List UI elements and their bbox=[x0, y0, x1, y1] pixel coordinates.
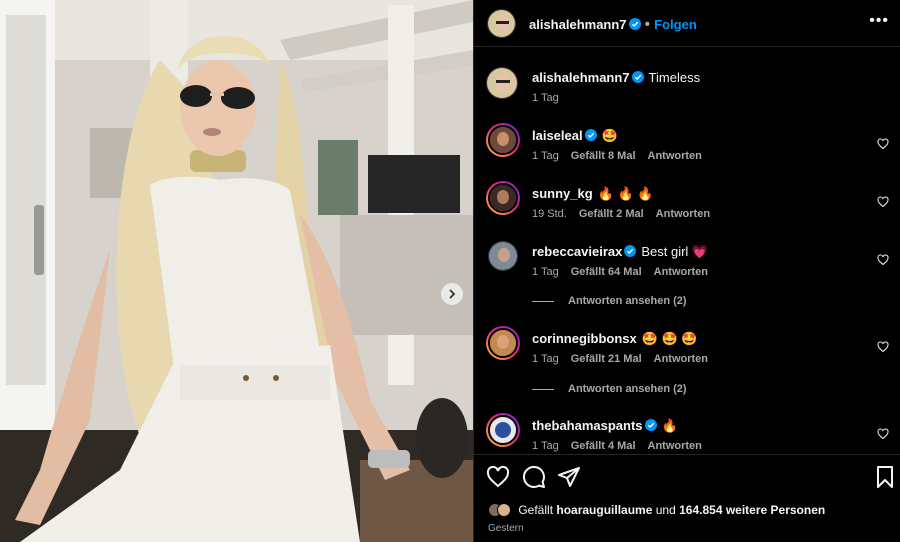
commenter-avatar[interactable] bbox=[486, 181, 520, 215]
liker-username[interactable]: hoarauguillaume bbox=[556, 503, 652, 517]
post-image bbox=[0, 0, 473, 542]
like-comment-heart-icon[interactable] bbox=[877, 196, 889, 208]
author-avatar[interactable] bbox=[486, 67, 518, 99]
reply-button[interactable]: Antworten bbox=[656, 208, 710, 220]
header-author: alishalehmann7 • Folgen bbox=[529, 16, 697, 33]
comment-time: 1 Tag bbox=[532, 353, 559, 365]
comment-time: 19 Std. bbox=[532, 208, 567, 220]
chevron-right-icon bbox=[449, 289, 456, 299]
verified-icon bbox=[628, 18, 641, 30]
like-comment-heart-icon[interactable] bbox=[877, 428, 889, 440]
reply-button[interactable]: Antworten bbox=[648, 150, 702, 162]
post-actions: Gefällt hoarauguillaume und 164.854 weit… bbox=[474, 454, 900, 542]
commenter-avatar[interactable] bbox=[486, 123, 520, 157]
commenter-avatar[interactable] bbox=[488, 241, 518, 271]
comment-likes[interactable]: Gefällt 8 Mal bbox=[571, 150, 636, 162]
caption-username[interactable]: alishalehmann7 bbox=[532, 70, 630, 85]
heart-icon[interactable] bbox=[486, 465, 510, 489]
likes-count[interactable]: 164.854 weitere Personen bbox=[679, 503, 825, 517]
post-panel: alishalehmann7 • Folgen ••• alishalehmann7… bbox=[473, 0, 900, 542]
comment-text: 🔥 🔥 🔥 bbox=[597, 186, 654, 201]
bookmark-icon[interactable] bbox=[873, 465, 897, 489]
reply-button[interactable]: Antworten bbox=[654, 353, 708, 365]
next-image-button[interactable] bbox=[441, 283, 463, 305]
like-comment-heart-icon[interactable] bbox=[877, 138, 889, 150]
more-icon[interactable]: ••• bbox=[869, 12, 889, 30]
comment-username[interactable]: laiseleal bbox=[532, 128, 583, 143]
verified-icon bbox=[624, 245, 637, 257]
likes-summary[interactable]: Gefällt hoarauguillaume und 164.854 weit… bbox=[488, 503, 825, 517]
follow-button[interactable]: Folgen bbox=[654, 17, 697, 32]
comment-likes[interactable]: Gefällt 4 Mal bbox=[571, 440, 636, 452]
comment-username[interactable]: thebahamaspants bbox=[532, 418, 643, 433]
comment-likes[interactable]: Gefällt 64 Mal bbox=[571, 266, 642, 278]
comment-likes[interactable]: Gefällt 21 Mal bbox=[571, 353, 642, 365]
verified-icon bbox=[644, 419, 657, 431]
comment-likes[interactable]: Gefällt 2 Mal bbox=[579, 208, 644, 220]
comment-time: 1 Tag bbox=[532, 440, 559, 452]
comment-username[interactable]: corinnegibbonsx bbox=[532, 331, 637, 346]
comment-text: 🤩 bbox=[601, 128, 618, 143]
comment-text: 🤩 🤩 🤩 bbox=[641, 331, 698, 346]
like-comment-heart-icon[interactable] bbox=[877, 254, 889, 266]
comment-icon[interactable] bbox=[522, 465, 546, 489]
like-comment-heart-icon[interactable] bbox=[877, 341, 889, 353]
comment-time: 1 Tag bbox=[532, 150, 559, 162]
share-icon[interactable] bbox=[557, 465, 581, 489]
reply-button[interactable]: Antworten bbox=[654, 266, 708, 278]
view-replies-button[interactable]: Antworten ansehen (2) bbox=[532, 295, 687, 307]
comment-text: 🔥 bbox=[661, 418, 678, 433]
post-date: Gestern bbox=[488, 523, 524, 534]
post-header: alishalehmann7 • Folgen ••• bbox=[474, 0, 900, 47]
comments-list[interactable]: alishalehmann7 Timeless 1 Tag laiseleal 🤩 … bbox=[474, 48, 900, 454]
verified-icon bbox=[584, 129, 597, 141]
verified-icon bbox=[631, 71, 644, 83]
comment-time: 1 Tag bbox=[532, 266, 559, 278]
comment-username[interactable]: rebeccavieirax bbox=[532, 244, 622, 259]
liker-avatar bbox=[497, 503, 511, 517]
author-avatar[interactable] bbox=[487, 9, 516, 38]
comment-text: Best girl 💗 bbox=[641, 244, 709, 259]
author-username[interactable]: alishalehmann7 bbox=[529, 17, 627, 32]
view-replies-button[interactable]: Antworten ansehen (2) bbox=[532, 383, 687, 395]
caption-text: Timeless bbox=[648, 70, 701, 85]
commenter-avatar[interactable] bbox=[486, 413, 520, 447]
reply-button[interactable]: Antworten bbox=[648, 440, 702, 452]
caption-time: 1 Tag bbox=[532, 92, 559, 104]
commenter-avatar[interactable] bbox=[486, 326, 520, 360]
comment-username[interactable]: sunny_kg bbox=[532, 186, 593, 201]
post-photo[interactable] bbox=[0, 0, 473, 542]
